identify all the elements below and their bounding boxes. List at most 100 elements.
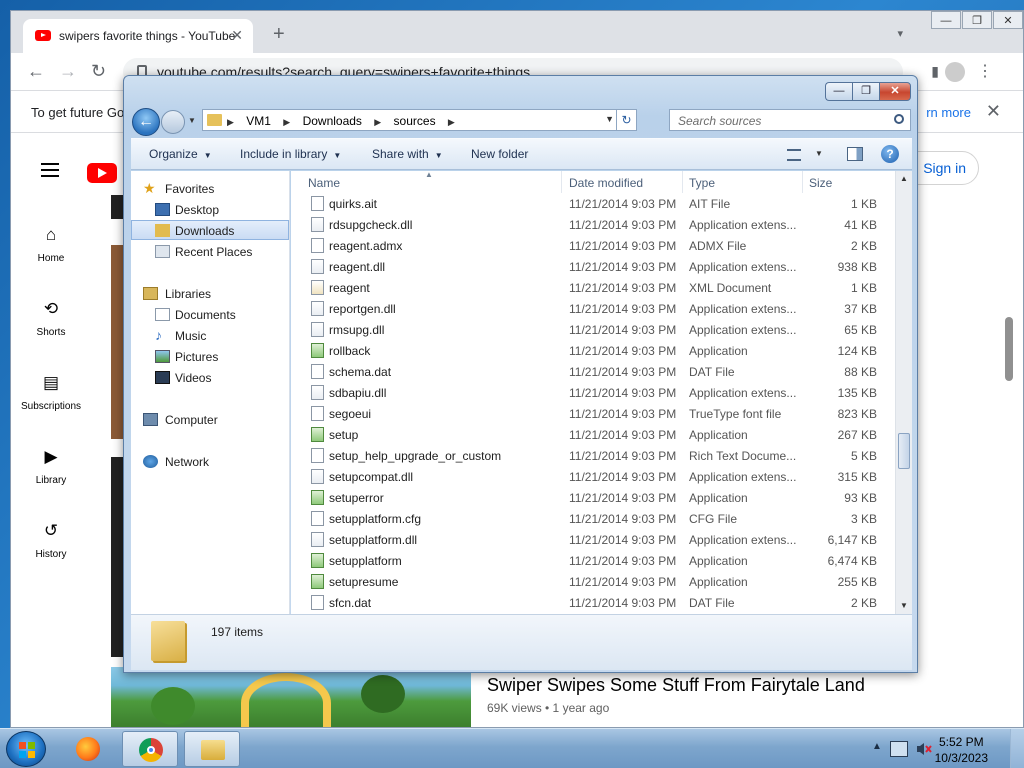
page-scrollbar[interactable] [1005,317,1013,381]
forward-arrow-icon[interactable]: → [59,61,77,82]
tab-search-chevron-icon[interactable]: ▾ [897,27,903,40]
search-box[interactable]: Search sources [669,109,911,131]
hamburger-menu-icon[interactable] [41,163,59,177]
address-bar[interactable]: ▶ VM1 ▶ Downloads ▶ sources ▶ ▼ ↻ [202,109,637,131]
file-row[interactable]: setupresume 11/21/2014 9:03 PM Application… [291,571,895,592]
breadcrumb-vm1[interactable]: VM1 [246,114,271,128]
youtube-logo-icon[interactable] [87,163,117,183]
file-row[interactable]: setupplatform 11/21/2014 9:03 PM Applicati… [291,550,895,571]
forward-button[interactable] [161,110,185,134]
file-row[interactable]: schema.dat 11/21/2014 9:03 PM DAT File 88 K… [291,361,895,382]
side-panel-icon[interactable]: ▮ [931,63,939,80]
preview-pane-icon[interactable] [847,147,863,161]
taskbar-file-explorer[interactable] [184,731,240,767]
scroll-up-icon[interactable]: ▲ [896,171,912,187]
nav-item-videos[interactable]: Videos [131,368,289,388]
file-row[interactable]: setupplatform.dll 11/21/2014 9:03 PM Appli… [291,529,895,550]
video-thumbnail[interactable] [111,245,123,439]
view-options-chevron-icon[interactable]: ▼ [815,149,823,158]
nav-item-libraries[interactable]: Libraries [131,284,289,304]
refresh-icon[interactable]: ↻ [616,110,636,130]
column-header-date-modified[interactable]: Date modified [563,171,683,193]
new-folder-button[interactable]: New folder [471,147,528,161]
browser-minimize-button[interactable]: — [931,11,961,29]
network-status-icon[interactable] [890,741,908,757]
nav-item-pictures[interactable]: Pictures [131,347,289,367]
taskbar-firefox[interactable] [60,731,116,767]
help-icon[interactable]: ? [881,145,899,163]
nav-item-favorites[interactable]: ★ Favorites [131,179,289,199]
nav-item-network[interactable]: Network [131,452,289,472]
file-row[interactable]: reportgen.dll 11/21/2014 9:03 PM Applicati… [291,298,895,319]
video-thumbnail[interactable] [111,195,123,219]
clock[interactable]: 5:52 PM 10/3/2023 [935,734,988,766]
scrollbar-thumb[interactable] [898,433,910,469]
share-with-menu[interactable]: Share with ▼ [372,147,443,161]
search-icon[interactable] [894,114,904,124]
view-options-icon[interactable] [787,149,801,161]
breadcrumb-sources[interactable]: sources [394,114,436,128]
file-row[interactable]: setupcompat.dll 11/21/2014 9:03 PM Applica… [291,466,895,487]
learn-more-link[interactable]: rn more [926,105,971,120]
nav-item-recent-places[interactable]: Recent Places [131,242,289,262]
organize-menu[interactable]: Organize ▼ [149,147,212,161]
file-list-scrollbar[interactable]: ▲ ▼ [895,171,912,614]
sidebar-item-shorts[interactable]: ⟲ Shorts [11,299,91,338]
back-arrow-icon[interactable]: ← [27,61,45,82]
breadcrumb-separator-icon[interactable]: ▶ [283,117,290,127]
file-row[interactable]: rollback 11/21/2014 9:03 PM Application 124… [291,340,895,361]
sidebar-item-history[interactable]: ↺ History [11,521,91,560]
breadcrumb-separator-icon[interactable]: ▶ [227,117,234,127]
file-row[interactable]: reagent.admx 11/21/2014 9:03 PM ADMX File 2… [291,235,895,256]
reload-icon[interactable]: ↻ [91,61,106,82]
file-row[interactable]: reagent.dll 11/21/2014 9:03 PM Application… [291,256,895,277]
browser-tab-youtube[interactable]: swipers favorite things - YouTube ✕ [23,19,253,53]
file-row[interactable]: rmsupg.dll 11/21/2014 9:03 PM Application … [291,319,895,340]
nav-item-downloads[interactable]: Downloads [131,220,289,240]
file-row[interactable]: setupplatform.cfg 11/21/2014 9:03 PM CFG F… [291,508,895,529]
sidebar-item-library[interactable]: ▶ Library [11,447,91,486]
browser-maximize-button[interactable]: ❐ [962,11,992,29]
explorer-maximize-button[interactable]: ❐ [852,82,879,101]
file-row[interactable]: setup 11/21/2014 9:03 PM Application 267 KB [291,424,895,445]
menu-kebab-icon[interactable]: ⋮ [977,61,993,81]
file-row[interactable]: sfcn.dat 11/21/2014 9:03 PM DAT File 2 KB [291,592,895,613]
address-dropdown-icon[interactable]: ▼ [605,114,614,124]
back-button[interactable]: ← [132,108,160,136]
show-hidden-icons-icon[interactable]: ▲ [872,741,882,752]
breadcrumb-separator-icon[interactable]: ▶ [448,117,455,127]
file-row[interactable]: segoeui 11/21/2014 9:03 PM TrueType font f… [291,403,895,424]
video-title[interactable]: Swiper Swipes Some Stuff From Fairytale … [487,675,865,696]
sidebar-item-subscriptions[interactable]: ▤ Subscriptions [11,373,91,412]
video-thumbnail[interactable] [111,667,471,727]
info-banner-close-icon[interactable]: ✕ [986,101,1001,122]
profile-avatar[interactable] [945,62,965,82]
breadcrumb-separator-icon[interactable]: ▶ [374,117,381,127]
nav-item-documents[interactable]: Documents [131,305,289,325]
explorer-close-button[interactable]: ✕ [879,82,911,101]
file-row[interactable]: rdsupgcheck.dll 11/21/2014 9:03 PM Applica… [291,214,895,235]
file-row[interactable]: sdbapiu.dll 11/21/2014 9:03 PM Application… [291,382,895,403]
nav-item-computer[interactable]: Computer [131,410,289,430]
column-header-type[interactable]: Type [683,171,803,193]
volume-muted-icon[interactable] [916,741,932,757]
recent-pages-chevron-icon[interactable]: ▼ [188,116,196,125]
column-header-size[interactable]: Size [803,171,883,193]
file-row[interactable]: setup_help_upgrade_or_custom 11/21/2014 9… [291,445,895,466]
browser-close-button[interactable]: ✕ [993,11,1023,29]
explorer-minimize-button[interactable]: — [825,82,852,101]
include-in-library-menu[interactable]: Include in library ▼ [240,147,341,161]
column-header-name[interactable]: Name [302,171,562,193]
scroll-down-icon[interactable]: ▼ [896,598,912,614]
new-tab-button[interactable]: + [273,23,285,46]
taskbar-chrome[interactable] [122,731,178,767]
file-row[interactable]: reagent 11/21/2014 9:03 PM XML Document 1 K… [291,277,895,298]
nav-item-desktop[interactable]: Desktop [131,200,289,220]
sidebar-item-home[interactable]: ⌂ Home [11,225,91,264]
video-thumbnail[interactable] [111,457,123,657]
nav-item-music[interactable]: ♪ Music [131,326,289,346]
file-row[interactable]: setuperror 11/21/2014 9:03 PM Application 9… [291,487,895,508]
file-row[interactable]: quirks.ait 11/21/2014 9:03 PM AIT File 1 KB [291,193,895,214]
breadcrumb-downloads[interactable]: Downloads [303,114,362,128]
tab-close-icon[interactable]: ✕ [231,27,243,44]
